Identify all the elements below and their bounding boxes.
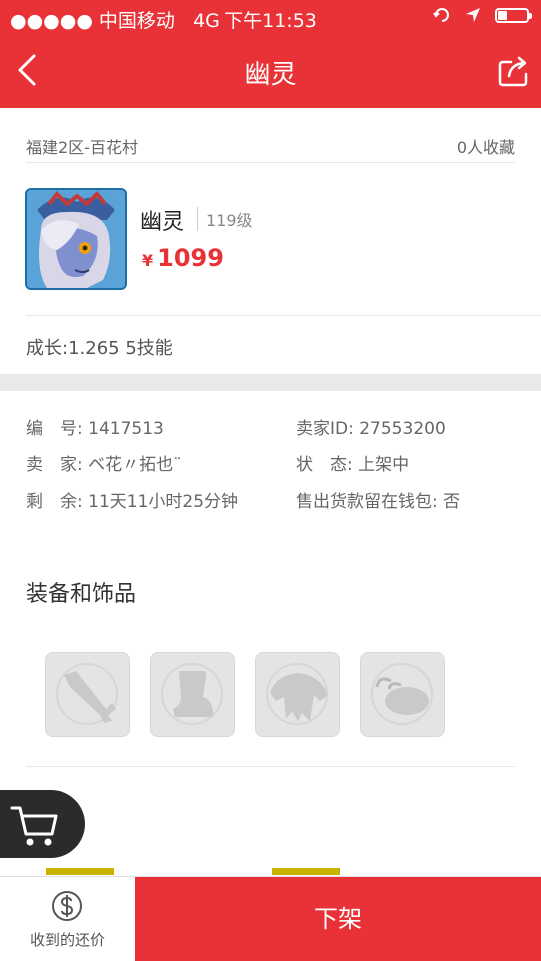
boot-icon [161, 663, 223, 725]
growth-info: 成长:1.265 5技能 [26, 338, 173, 359]
status-icons [433, 6, 532, 24]
dollar-icon [52, 891, 82, 921]
cart-icon [10, 806, 58, 846]
listing-status: 状 态: 上架中 [296, 455, 410, 475]
currency-symbol: ¥ [142, 251, 154, 270]
skill-icon-partial[interactable] [272, 868, 340, 875]
equipment-slot-armor[interactable] [255, 652, 340, 737]
favorite-count[interactable]: 0人收藏 [457, 134, 515, 158]
seller-name: 卖 家: ベ花〃拓也¨ [26, 455, 182, 475]
listing-number: 编 号: 1417513 [26, 419, 164, 439]
price: ¥1099 [142, 244, 224, 272]
nav-bar: 幽灵 [0, 34, 541, 108]
cart-button[interactable] [0, 790, 85, 858]
share-icon[interactable] [497, 52, 529, 88]
rotation-lock-icon [433, 8, 449, 22]
price-value: 1099 [157, 244, 224, 272]
divider [26, 315, 541, 316]
wallet-setting: 售出货款留在钱包: 否 [296, 492, 461, 512]
pet-name: 幽灵 [140, 210, 185, 235]
bottom-bar: 收到的还价 下架 [0, 876, 541, 961]
armor-icon [266, 663, 328, 725]
page-title: 幽灵 [244, 60, 297, 90]
equipment-slot-boots[interactable] [150, 652, 235, 737]
equipment-slot-accessory[interactable] [360, 652, 445, 737]
battery-icon [495, 7, 532, 23]
received-offers-label: 收到的还价 [29, 931, 105, 949]
server-location: 福建2区-百花村 [26, 138, 138, 157]
equipment-slot-weapon[interactable] [45, 652, 130, 737]
pet-avatar [25, 188, 127, 290]
pet-portrait-image [27, 190, 125, 288]
time-remaining: 剩 余: 11天11小时25分钟 [26, 492, 239, 512]
weapon-icon [56, 663, 118, 725]
divider [26, 162, 515, 163]
pet-level: 119级 [197, 207, 253, 231]
server-row: 福建2区-百花村 0人收藏 [26, 134, 515, 158]
seller-id: 卖家ID: 27553200 [296, 419, 446, 439]
equipment-title: 装备和饰品 [26, 582, 137, 607]
skill-icon-partial[interactable] [46, 868, 114, 875]
location-arrow-icon [466, 8, 480, 22]
received-offers-button[interactable]: 收到的还价 [0, 877, 135, 961]
divider [26, 766, 515, 767]
delist-button[interactable]: 下架 [135, 877, 541, 961]
section-separator [0, 374, 541, 391]
accessory-icon [371, 663, 433, 725]
status-bar: ●●●●● 中国移动 4G 下午11:53 [0, 0, 541, 34]
